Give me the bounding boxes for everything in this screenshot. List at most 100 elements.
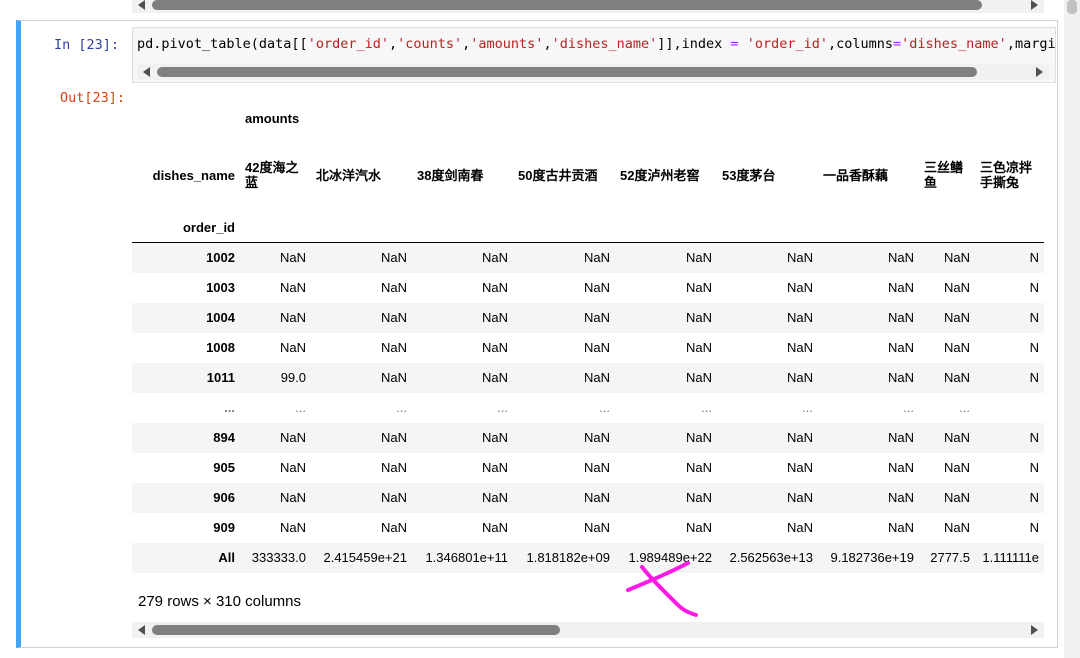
scrollbar-thumb[interactable]	[157, 67, 977, 77]
page-scrollbar-thumb[interactable]	[1067, 0, 1077, 14]
table-cell: NaN	[786, 370, 813, 385]
table-cell: NaN	[685, 490, 712, 505]
row-index: 1003	[206, 280, 235, 295]
table-cell: NaN	[279, 430, 306, 445]
scroll-left-arrow-icon[interactable]	[138, 625, 145, 635]
column-header: 三丝鳝鱼	[924, 160, 964, 190]
column-header: 53度茅台	[722, 167, 776, 183]
table-cell: 333333.0	[251, 550, 306, 565]
row-index: 905	[213, 460, 235, 475]
scroll-right-arrow-icon[interactable]	[1031, 0, 1038, 10]
table-cell: NaN	[583, 460, 610, 475]
header-amounts: amounts	[245, 110, 300, 126]
table-row: 909 NaN NaN NaN NaN NaN NaN NaN NaN N	[132, 513, 1044, 543]
table-cell: NaN	[786, 520, 813, 535]
table-row: 1011 99.0 NaN NaN NaN NaN NaN NaN NaN N	[132, 362, 1044, 393]
code-horizontal-scrollbar[interactable]	[137, 64, 1049, 80]
table-cell: NaN	[887, 340, 914, 355]
table-cell: N	[1029, 490, 1039, 505]
table-cell: NaN	[887, 250, 914, 266]
table-cell: NaN	[481, 490, 508, 505]
table-cell: NaN	[887, 430, 914, 445]
table-cell: NaN	[786, 250, 813, 266]
table-cell: NaN	[380, 370, 407, 385]
table-cell: NaN	[583, 340, 610, 355]
table-row: All 333333.0 2.415459e+21 1.346801e+11 1.818…	[132, 542, 1044, 573]
table-cell: NaN	[481, 370, 508, 385]
table-cell	[975, 393, 1044, 423]
row-index: All	[218, 550, 235, 565]
table-cell: NaN	[279, 460, 306, 475]
table-cell: NaN	[943, 250, 970, 266]
scroll-right-arrow-icon[interactable]	[1031, 625, 1038, 635]
table-cell: NaN	[583, 250, 610, 266]
table-cell: NaN	[481, 250, 508, 266]
index-name-label: order_id	[132, 212, 240, 243]
table-cell: N	[1029, 340, 1039, 355]
table-cell: NaN	[685, 460, 712, 475]
table-cell: NaN	[685, 370, 712, 385]
table-cell: NaN	[279, 280, 306, 295]
scrollbar-thumb[interactable]	[152, 0, 982, 10]
table-cell: 9.182736e+19	[830, 550, 914, 565]
table-cell: NaN	[380, 250, 407, 266]
table-cell: 1.989489e+22	[628, 550, 712, 565]
table-cell: NaN	[583, 430, 610, 445]
table-cell: NaN	[943, 280, 970, 295]
row-index: 909	[213, 520, 235, 535]
table-cell: ...	[497, 400, 508, 415]
table-cell: NaN	[583, 310, 610, 325]
table-cell: 1.111111e	[982, 550, 1039, 565]
table-cell: ...	[295, 400, 306, 415]
row-index: 1004	[206, 310, 235, 325]
table-cell: NaN	[380, 520, 407, 535]
table-cell: NaN	[685, 280, 712, 295]
scroll-left-arrow-icon[interactable]	[143, 67, 150, 77]
row-index: 894	[213, 430, 235, 445]
table-cell: NaN	[583, 490, 610, 505]
table-row: ...........................	[132, 393, 1044, 423]
table-row: 1004 NaN NaN NaN NaN NaN NaN NaN NaN N	[132, 302, 1044, 333]
table-cell: ...	[802, 400, 813, 415]
table-cell: NaN	[943, 460, 970, 475]
table-cell: NaN	[279, 340, 306, 355]
table-cell: NaN	[279, 490, 306, 505]
scroll-left-arrow-icon[interactable]	[138, 0, 145, 10]
table-cell: NaN	[685, 310, 712, 325]
column-header: 北冰洋汽水	[316, 167, 382, 183]
table-cell: 2.562563e+13	[729, 550, 813, 565]
table-row: 1002 NaN NaN NaN NaN NaN NaN NaN NaN N	[132, 242, 1044, 273]
table-cell: NaN	[583, 520, 610, 535]
code-editor[interactable]: pd.pivot_table(data[['order_id','counts'…	[132, 27, 1056, 83]
table-cell: NaN	[943, 430, 970, 445]
header-row-columns: dishes_name 42度海之蓝 北冰洋汽水 38度剑南春 50度古井贡酒 …	[132, 138, 1044, 212]
header-row-top: amounts	[132, 98, 1044, 138]
table-cell: NaN	[380, 280, 407, 295]
table-cell: N	[1029, 370, 1039, 385]
table-cell: NaN	[685, 430, 712, 445]
table-cell: NaN	[943, 490, 970, 505]
dataframe-output: amounts dishes_name 42度海之蓝 北冰洋汽水 38度剑南春 …	[132, 98, 1044, 578]
table-cell: NaN	[685, 250, 712, 266]
table-cell: NaN	[685, 520, 712, 535]
table-row: 1003 NaN NaN NaN NaN NaN NaN NaN NaN N	[132, 273, 1044, 303]
output-horizontal-scrollbar[interactable]	[132, 622, 1044, 638]
table-cell: NaN	[481, 340, 508, 355]
table-cell: NaN	[279, 250, 306, 266]
table-cell: ...	[903, 400, 914, 415]
table-cell: NaN	[380, 310, 407, 325]
table-cell: NaN	[887, 490, 914, 505]
previous-output-scrollbar[interactable]	[132, 0, 1044, 13]
table-cell: NaN	[380, 460, 407, 475]
table-row: 905 NaN NaN NaN NaN NaN NaN NaN NaN N	[132, 453, 1044, 483]
table-cell: ...	[599, 400, 610, 415]
page-vertical-scrollbar[interactable]	[1064, 0, 1080, 658]
scrollbar-thumb[interactable]	[152, 625, 560, 635]
table-cell: NaN	[380, 340, 407, 355]
table-cell: N	[1029, 280, 1039, 295]
table-row: 1008 NaN NaN NaN NaN NaN NaN NaN NaN N	[132, 333, 1044, 363]
column-header: 52度泸州老窖	[620, 167, 700, 183]
table-cell: N	[1029, 250, 1039, 266]
scroll-right-arrow-icon[interactable]	[1036, 67, 1043, 77]
table-cell: NaN	[943, 340, 970, 355]
